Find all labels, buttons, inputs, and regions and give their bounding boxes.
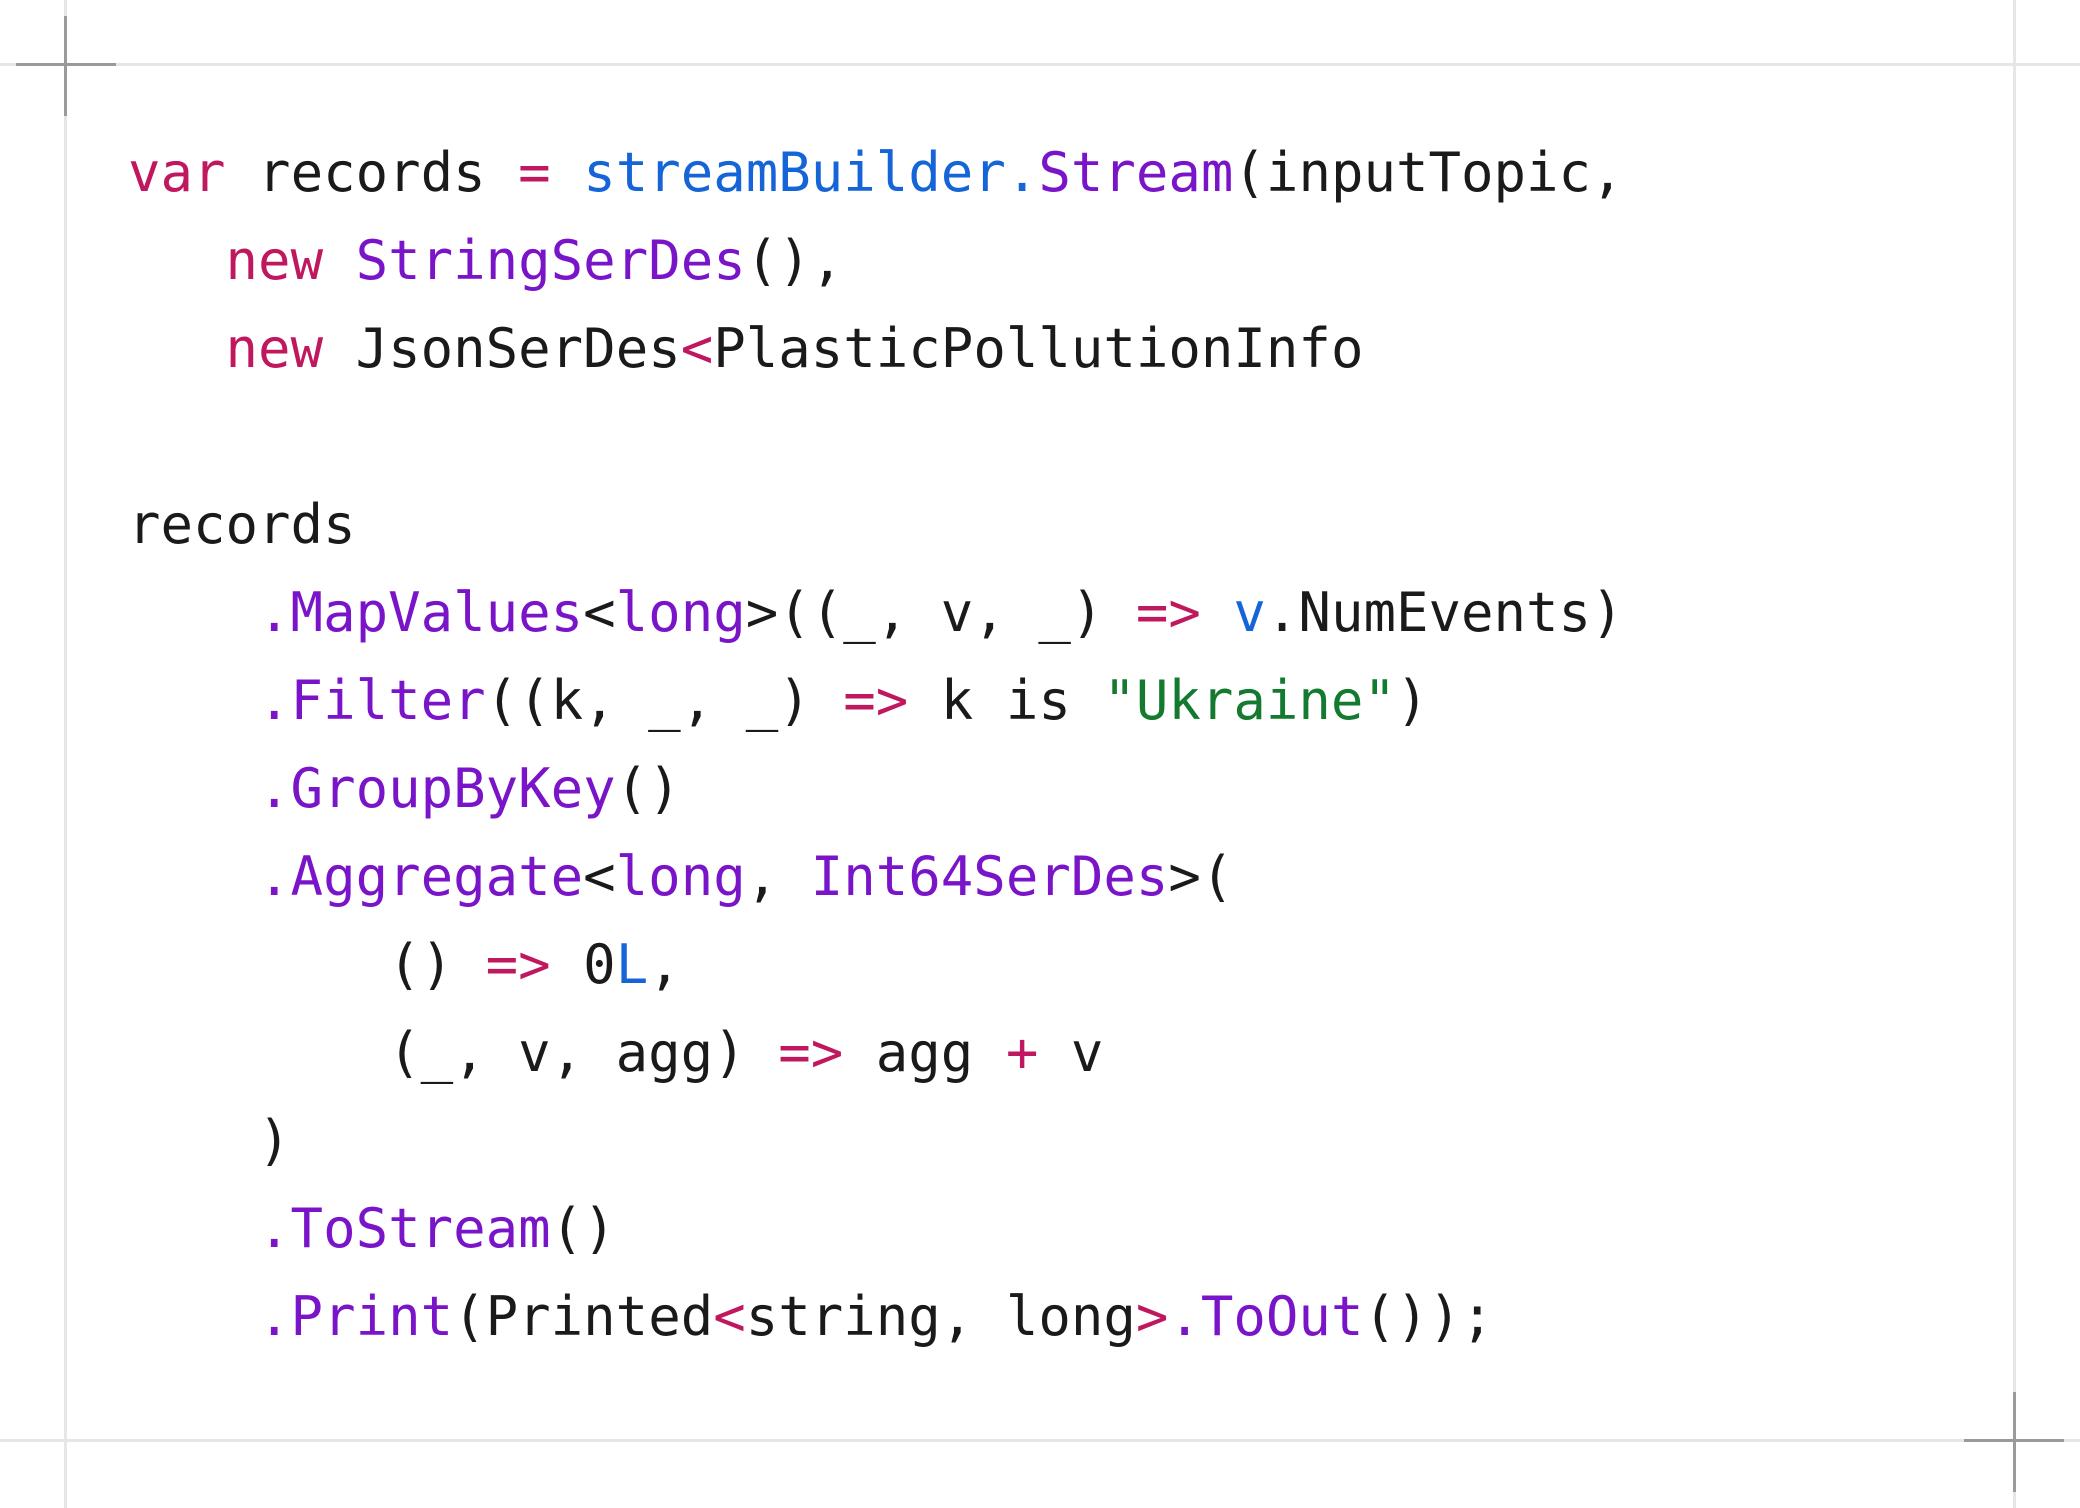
code-token: (Printed [453, 1285, 714, 1348]
code-token: .MapValues [258, 581, 584, 644]
code-line: .ToStream() [128, 1189, 616, 1269]
code-line: (_, v, agg) => agg + v [128, 1013, 1103, 1093]
top-guide-line [0, 63, 2080, 66]
code-token: ()); [1363, 1285, 1494, 1348]
code-token: , [745, 845, 811, 908]
code-token: k is [908, 669, 1104, 732]
code-line: .Print(Printed<string, long>.ToOut()); [128, 1277, 1494, 1357]
code-token: new [225, 229, 324, 292]
code-token: , [648, 933, 681, 996]
code-token: ((k, _, _) [485, 669, 844, 732]
code-token: records [128, 493, 356, 556]
left-guide-line [64, 0, 67, 1508]
code-token: 0 [550, 933, 616, 996]
code-token: streamBuilder. [583, 141, 1039, 204]
code-token: = [518, 141, 551, 204]
code-line: var records = streamBuilder.Stream(input… [128, 133, 1624, 213]
code-token: L [615, 933, 649, 996]
code-token: >((_, v, _) [745, 581, 1136, 644]
code-token: agg [843, 1021, 1006, 1084]
code-token: .ToOut [1168, 1285, 1364, 1348]
code-token: ) [128, 1109, 291, 1172]
code-line: new JsonSerDes<PlasticPollutionInfo [128, 309, 1364, 389]
code-token: < [713, 1285, 746, 1348]
code-token: (_, v, agg) [128, 1021, 779, 1084]
code-line: new StringSerDes(), [128, 221, 844, 301]
code-token: .NumEvents) [1265, 581, 1624, 644]
code-token: () [128, 933, 486, 996]
code-token: long [615, 581, 746, 644]
code-token: >( [1168, 845, 1234, 908]
code-token: => [485, 933, 551, 996]
code-token: < [583, 845, 616, 908]
code-token: Int64SerDes [810, 845, 1169, 908]
code-token: JsonSerDes [323, 317, 681, 380]
code-token: var [128, 141, 226, 204]
code-line: .Filter((k, _, _) => k is "Ukraine") [128, 661, 1428, 741]
code-token: .ToStream [258, 1197, 551, 1260]
code-token: < [583, 581, 616, 644]
code-token: "Ukraine" [1103, 669, 1396, 732]
code-token: Stream [1038, 141, 1234, 204]
code-token: (inputTopic, [1233, 141, 1624, 204]
code-token: + [1005, 1021, 1039, 1084]
code-line: records [128, 485, 356, 565]
code-token: .Print [258, 1285, 454, 1348]
code-token: .Aggregate [258, 845, 584, 908]
code-token: .Filter [258, 669, 486, 732]
code-token: (), [745, 229, 844, 292]
code-token: ) [1395, 669, 1429, 732]
code-token: v [1233, 581, 1266, 644]
code-token: string, long [745, 1285, 1136, 1348]
code-token: () [550, 1197, 616, 1260]
code-token: records [225, 141, 519, 204]
code-token: () [615, 757, 681, 820]
code-token: < [680, 317, 714, 380]
code-line: .GroupByKey() [128, 749, 681, 829]
code-token: > [1135, 1285, 1169, 1348]
code-line: .MapValues<long>((_, v, _) => v.NumEvent… [128, 573, 1624, 653]
code-token: => [1135, 581, 1201, 644]
code-token: PlasticPollutionInfo [713, 317, 1364, 380]
code-token: long [615, 845, 746, 908]
right-guide-line [2013, 0, 2016, 1508]
code-token: StringSerDes [355, 229, 746, 292]
code-token: v [1038, 1021, 1104, 1084]
code-token: new [225, 317, 324, 380]
code-token: => [843, 669, 909, 732]
code-line: () => 0L, [128, 925, 681, 1005]
code-line: .Aggregate<long, Int64SerDes>( [128, 837, 1233, 917]
bottom-guide-line [0, 1439, 2080, 1442]
code-token: => [778, 1021, 844, 1084]
code-token: .GroupByKey [258, 757, 616, 820]
code-line: ) [128, 1101, 291, 1181]
